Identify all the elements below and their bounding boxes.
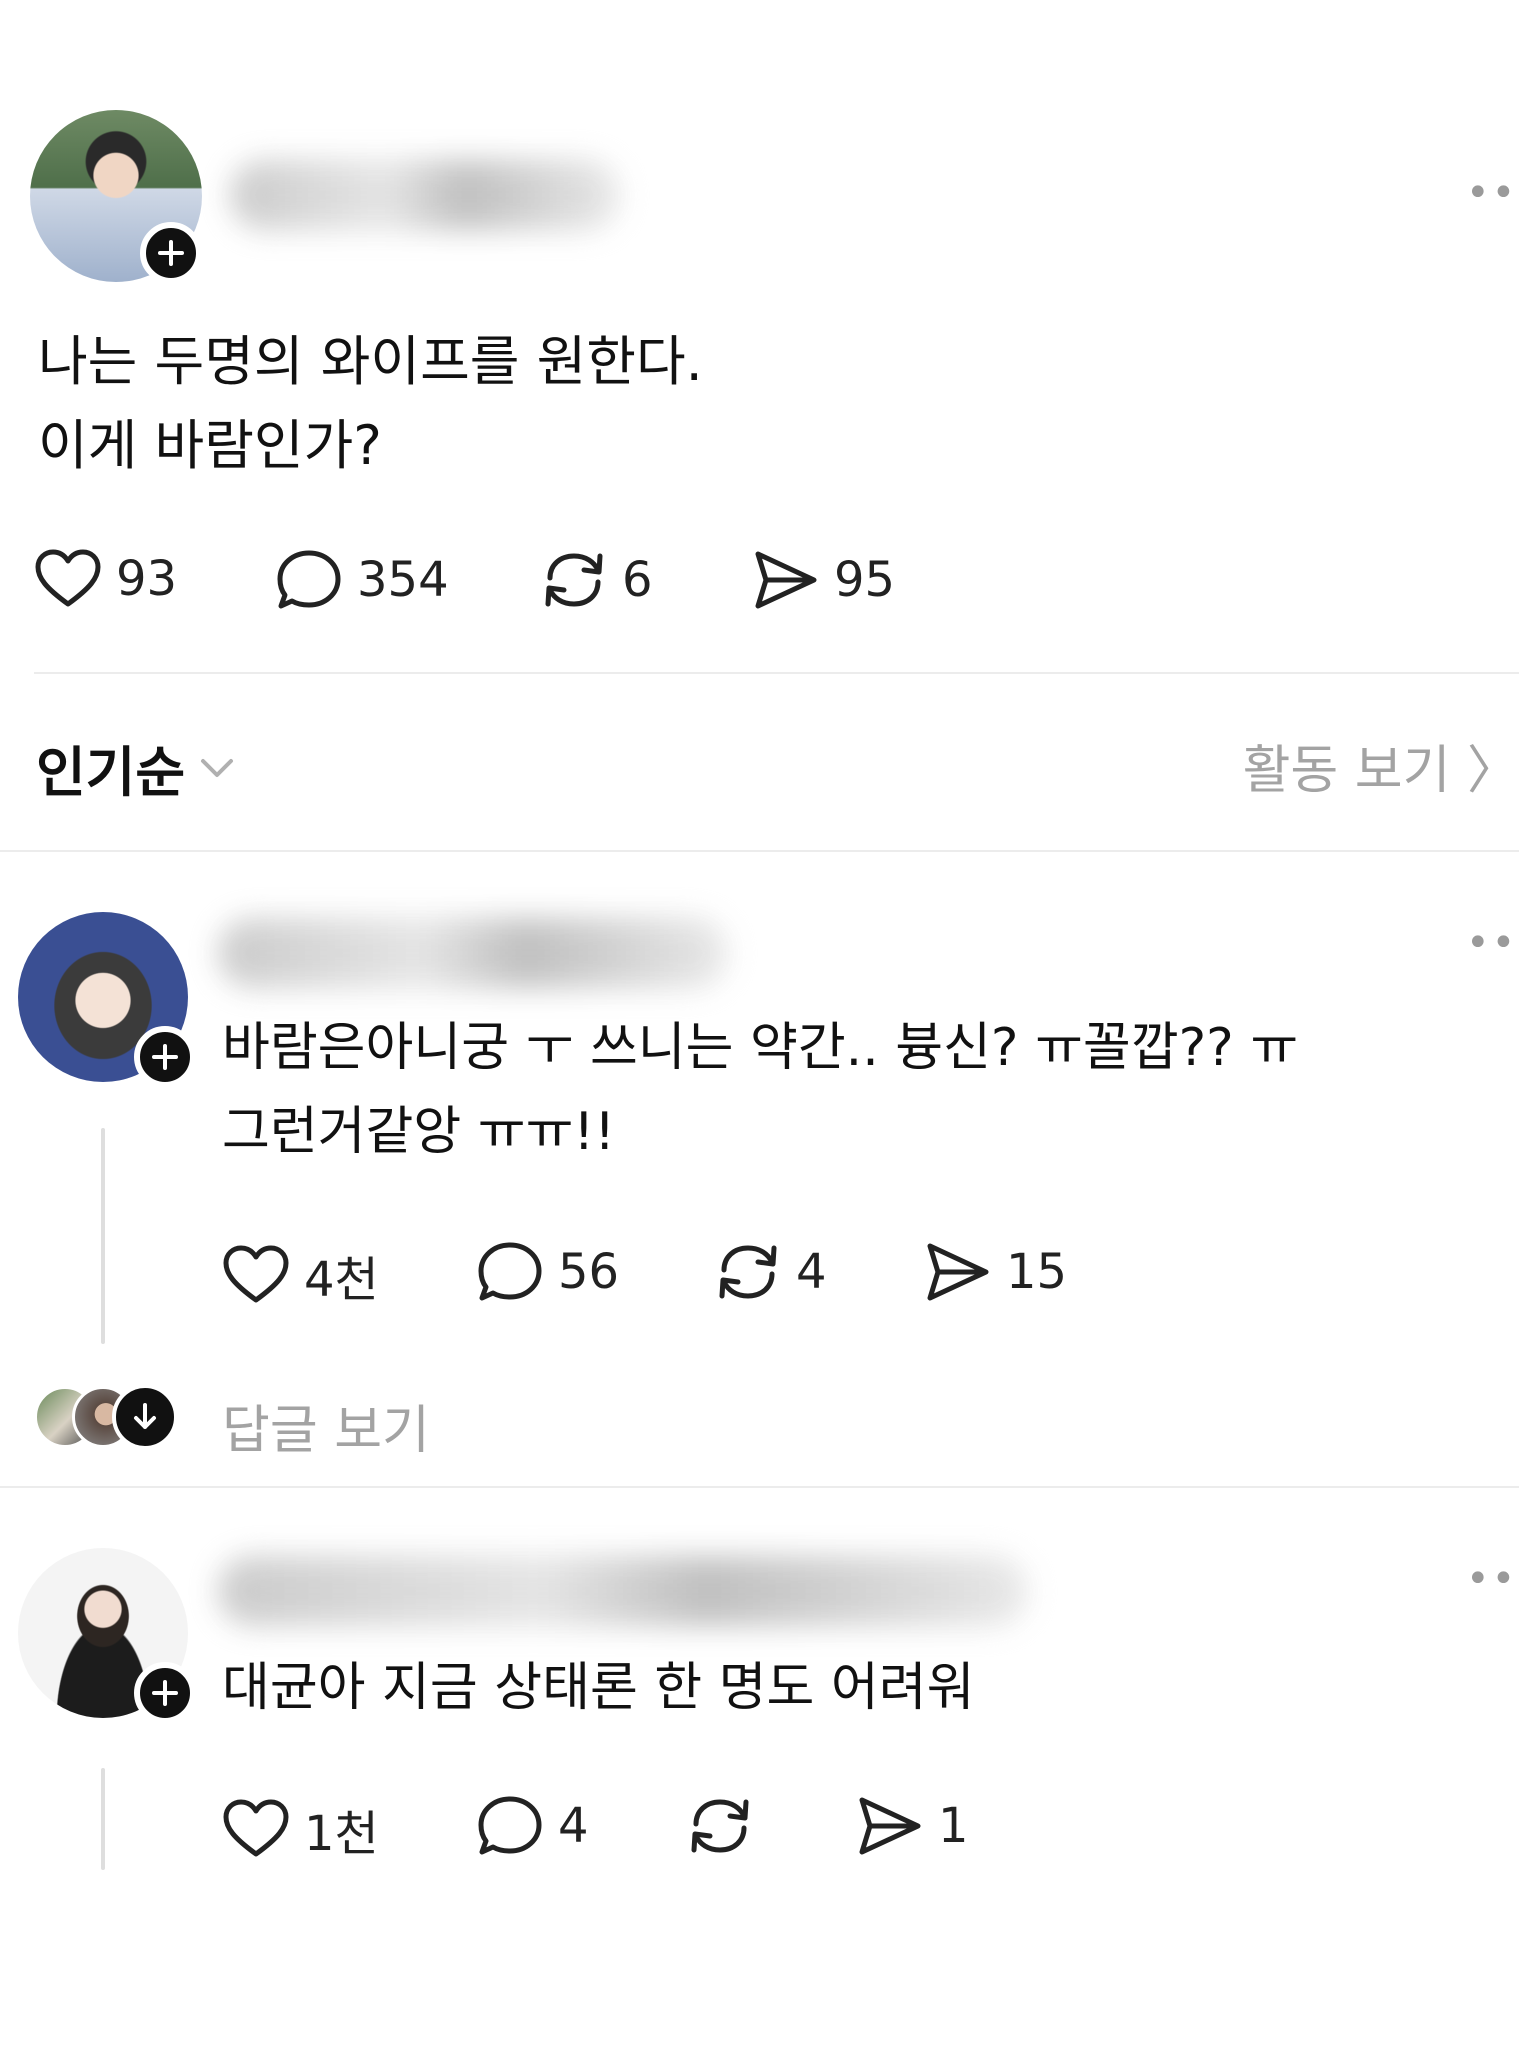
send-icon [859, 1797, 921, 1855]
arrow-down-icon [134, 1403, 156, 1429]
repost-icon [719, 1245, 777, 1299]
comment-text: 바람은아니궁 ㅜ 쓰니는 약간.. 븅신? ㅠ꼴깝?? ㅠ 그런거같앙 ㅠㅠ!! [222, 1006, 1298, 1174]
repost-icon [545, 553, 603, 607]
like-count: 4천 [304, 1252, 379, 1308]
view-activity-link[interactable]: 활동 보기 〉 [1243, 728, 1519, 803]
share-button[interactable]: 1 [856, 1794, 969, 1858]
share-button[interactable]: 95 [752, 548, 895, 612]
sort-label: 인기순 [36, 741, 186, 804]
view-replies-link[interactable]: 답글 보기 [222, 1388, 430, 1463]
share-count: 95 [834, 552, 896, 608]
comment-text-line: 그런거같앙 ㅠㅠ!! [222, 1102, 616, 1162]
follow-button[interactable] [134, 1026, 196, 1088]
share-count: 1 [938, 1798, 969, 1854]
like-count: 93 [116, 551, 178, 607]
post-text-line: 나는 두명의 와이프를 원한다. [38, 330, 703, 393]
share-count: 15 [1006, 1244, 1068, 1300]
comment-count: 354 [357, 552, 449, 608]
more-icon[interactable]: •• [1466, 170, 1517, 216]
repost-count: 4 [796, 1244, 827, 1300]
comment-text-line: 바람은아니궁 ㅜ 쓰니는 약간.. 븅신? ㅠ꼴깝?? ㅠ [222, 1018, 1299, 1078]
comment-icon [478, 1796, 542, 1855]
comment-author-name-redacted [218, 1556, 1028, 1626]
comment-icon [478, 1242, 542, 1301]
like-button[interactable]: 4천 [222, 1240, 379, 1310]
repost-count: 6 [622, 552, 653, 608]
more-icon[interactable]: •• [1466, 920, 1517, 966]
repost-button[interactable] [686, 1794, 768, 1858]
divider [0, 850, 1519, 852]
comment-button[interactable]: 56 [476, 1240, 619, 1304]
divider [0, 1486, 1519, 1488]
plus-icon [152, 1044, 178, 1070]
thread-line [101, 1768, 105, 1870]
comment-button[interactable]: 354 [275, 548, 449, 612]
send-icon [927, 1243, 989, 1301]
comment-icon [277, 550, 341, 609]
more-icon[interactable]: •• [1466, 1556, 1517, 1602]
comment-count: 4 [558, 1798, 589, 1854]
post-text: 나는 두명의 와이프를 원한다. 이게 바람인가? [38, 320, 703, 488]
like-button[interactable]: 1천 [222, 1794, 379, 1864]
repost-button[interactable]: 4 [714, 1240, 827, 1304]
follow-button[interactable] [134, 1662, 196, 1724]
plus-icon [152, 1680, 178, 1706]
view-replies-button[interactable] [112, 1384, 178, 1450]
heart-icon [35, 549, 101, 607]
comment-author-name-redacted [218, 918, 728, 988]
comment-text: 대균아 지금 상태론 한 명도 어려워 [222, 1646, 974, 1730]
plus-icon [158, 240, 184, 266]
like-button[interactable]: 93 [34, 548, 177, 610]
comment-count: 56 [558, 1244, 620, 1300]
sort-dropdown[interactable]: 인기순 [36, 728, 235, 807]
like-count: 1천 [304, 1806, 379, 1862]
post-text-line: 이게 바람인가? [38, 414, 382, 477]
heart-icon [223, 1799, 289, 1857]
comment-text-line: 대균아 지금 상태론 한 명도 어려워 [222, 1658, 975, 1718]
heart-icon [223, 1245, 289, 1303]
comment-button[interactable]: 4 [476, 1794, 589, 1858]
repost-button[interactable]: 6 [540, 548, 653, 612]
send-icon [755, 551, 817, 609]
chevron-down-icon [201, 758, 234, 777]
thread-line [101, 1128, 105, 1344]
follow-button[interactable] [140, 222, 202, 284]
share-button[interactable]: 15 [924, 1240, 1067, 1304]
repost-icon [691, 1799, 749, 1853]
divider [34, 672, 1519, 674]
post-author-name-redacted [230, 160, 620, 230]
